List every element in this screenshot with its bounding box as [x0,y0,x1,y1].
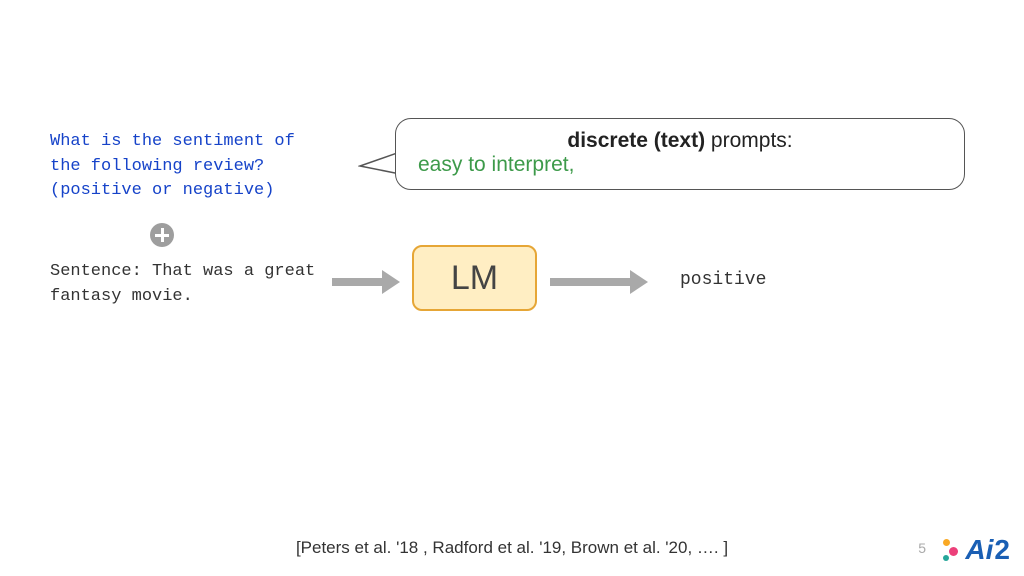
arrow-input-to-lm [332,270,400,294]
lm-model-box: LM [412,245,537,311]
plus-icon [150,223,174,247]
page-number: 5 [918,540,926,556]
logo-dots-icon [943,537,963,563]
ai2-logo: Ai2 [943,534,1010,566]
output-label: positive [680,270,766,290]
prompt-question-text: What is the sentiment of the following r… [50,130,330,204]
callout-title: discrete (text) prompts: [418,129,942,153]
callout-subtitle: easy to interpret, [418,153,942,177]
input-sentence-text: Sentence: That was a great fantasy movie… [50,260,330,309]
citation-text: [Peters et al. '18 , Radford et al. '19,… [0,538,1024,558]
speech-bubble-tail [358,148,400,180]
arrow-lm-to-output [550,270,648,294]
callout-box: discrete (text) prompts: easy to interpr… [395,118,965,190]
